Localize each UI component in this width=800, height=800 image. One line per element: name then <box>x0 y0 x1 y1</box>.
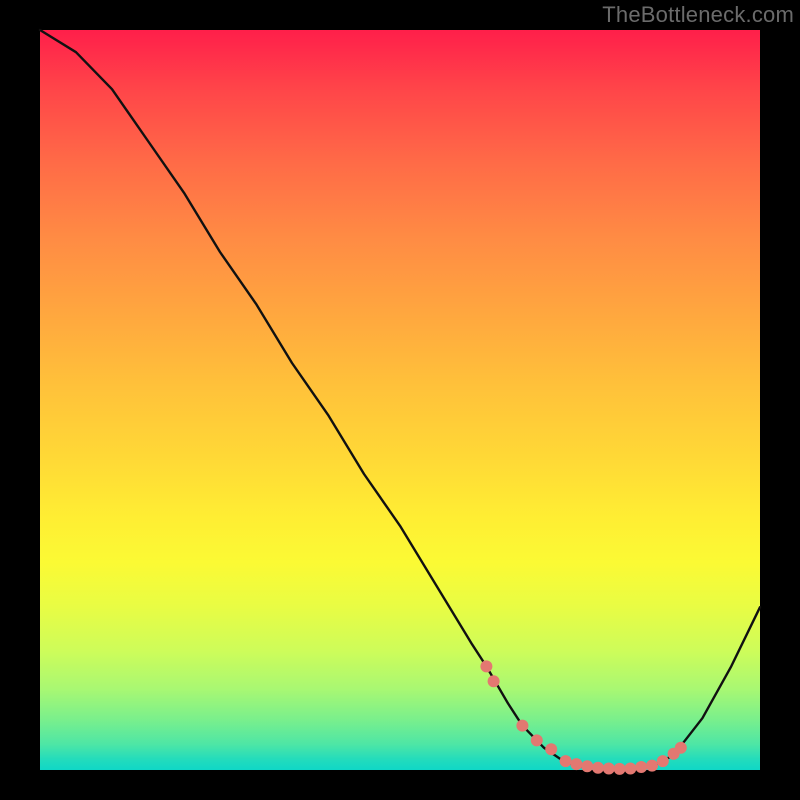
highlight-dot <box>531 734 543 746</box>
highlight-dot <box>603 763 615 775</box>
chart-frame: TheBottleneck.com <box>0 0 800 800</box>
highlight-dot <box>646 760 658 772</box>
highlight-dot <box>560 755 572 767</box>
highlight-dot <box>570 758 582 770</box>
highlight-dots-group <box>480 660 686 775</box>
highlight-dot <box>675 742 687 754</box>
highlight-dot <box>545 743 557 755</box>
highlight-dot <box>581 760 593 772</box>
highlight-dot <box>592 762 604 774</box>
bottleneck-curve-svg <box>40 30 760 770</box>
highlight-dot <box>480 660 492 672</box>
highlight-dot <box>614 763 626 775</box>
highlight-dot <box>657 755 669 767</box>
plot-area <box>40 30 760 770</box>
highlight-dot <box>635 761 647 773</box>
highlight-dot <box>516 720 528 732</box>
watermark-label: TheBottleneck.com <box>602 2 794 28</box>
bottleneck-curve <box>40 30 760 769</box>
highlight-dot <box>488 675 500 687</box>
highlight-dot <box>624 763 636 775</box>
